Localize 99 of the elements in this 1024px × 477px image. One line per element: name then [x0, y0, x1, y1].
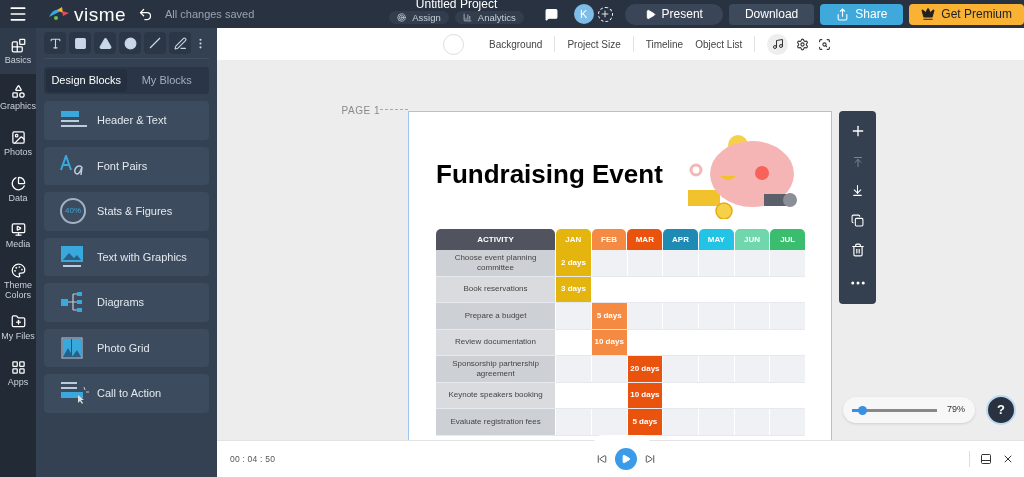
apps-icon	[10, 359, 26, 375]
toolbar-item[interactable]: Object List	[695, 36, 743, 52]
column-header: ACTIVITY	[436, 229, 555, 250]
premium-button[interactable]: Get Premium	[909, 3, 1024, 25]
zoom-slider[interactable]	[852, 408, 937, 412]
graphics-icon	[10, 83, 26, 99]
block-card[interactable]: Photo Grid	[44, 328, 209, 367]
move-up-icon[interactable]	[851, 155, 864, 168]
rail-item[interactable]: Apps	[0, 350, 36, 396]
undo-icon[interactable]	[138, 6, 153, 22]
menu-icon[interactable]	[8, 4, 28, 24]
column-header: JUL	[770, 229, 806, 250]
preview-icon[interactable]	[818, 37, 832, 51]
project-action-button[interactable]: Assign	[389, 10, 449, 24]
activity-cell: Sponsorship partnership agreement	[436, 356, 556, 382]
activity-cell: Choose event planning committee	[436, 250, 556, 276]
block-card[interactable]: Diagrams	[44, 283, 209, 322]
page-label: PAGE 1	[341, 104, 380, 118]
duration-bar: 10 days	[627, 382, 663, 408]
column-header: JAN	[556, 229, 591, 250]
rail-item[interactable]: Photos	[0, 120, 36, 166]
previous-icon[interactable]	[597, 454, 608, 464]
pen-tool-icon[interactable]	[169, 32, 191, 54]
slider-thumb[interactable]	[858, 405, 868, 415]
zoom-reading: 79%	[947, 403, 965, 417]
column-header: APR	[663, 229, 698, 250]
play-button[interactable]	[615, 448, 638, 470]
block-card[interactable]: 40% Stats & Figures	[44, 192, 209, 231]
tab[interactable]: Design Blocks	[46, 69, 127, 92]
block-card[interactable]: Font Pairs	[44, 146, 209, 185]
block-card[interactable]: Call to Action	[44, 374, 209, 413]
move-down-icon[interactable]	[851, 184, 864, 198]
activity-cell: Book reservations	[436, 276, 556, 302]
share-icon	[836, 7, 850, 21]
activity-cell: Keynote speakers booking	[436, 382, 556, 408]
activity-cell: Evaluate registration fees	[436, 409, 556, 435]
toolbar-item[interactable]: Timeline	[645, 36, 684, 52]
playback-time: 00 : 04 : 50	[230, 452, 276, 466]
rail-item[interactable]: Graphics	[0, 74, 36, 120]
column-header: MAY	[698, 229, 734, 250]
files-icon	[10, 313, 26, 329]
present-button[interactable]: Present	[624, 3, 723, 25]
crown-icon	[921, 7, 936, 21]
settings-icon[interactable]	[796, 37, 810, 51]
activity-cell: Prepare a budget	[436, 303, 556, 329]
activity-cell: Review documentation	[436, 329, 556, 355]
logo-icon	[48, 7, 70, 21]
duration-bar: 5 days	[627, 409, 663, 435]
help-button[interactable]: ?	[986, 395, 1016, 425]
text-tool-icon[interactable]	[44, 32, 66, 54]
duration-bar: 2 days	[556, 250, 591, 276]
duration-bar: 5 days	[591, 303, 627, 329]
rail-item[interactable]: Basics	[0, 28, 36, 74]
duration-bar: 20 days	[627, 356, 663, 382]
project-action-button[interactable]: Analytics	[454, 10, 524, 24]
timeline-panel-icon[interactable]	[980, 453, 992, 465]
colors-icon	[10, 262, 26, 278]
diagram-icon	[60, 290, 84, 315]
photos-icon	[10, 129, 26, 145]
call-to-action-icon	[60, 381, 90, 406]
play-icon	[644, 8, 656, 20]
toolbar-item[interactable]: Background	[489, 36, 543, 52]
column-header: FEB	[591, 229, 627, 250]
font-pairs-icon	[60, 154, 86, 177]
column-header: JUN	[734, 229, 770, 250]
column-header: MAR	[627, 229, 663, 250]
triangle-tool-icon[interactable]	[94, 32, 116, 54]
comment-icon[interactable]	[544, 7, 558, 21]
delete-icon[interactable]	[850, 243, 865, 258]
download-button[interactable]: Download	[728, 3, 815, 25]
duration-bar: 10 days	[591, 329, 627, 355]
play-icon	[621, 454, 632, 464]
block-card[interactable]: Text with Graphics	[44, 237, 209, 276]
rail-item[interactable]: My Files	[0, 304, 36, 350]
close-icon[interactable]	[1002, 453, 1014, 465]
block-card[interactable]: Header & Text	[44, 101, 209, 140]
music-icon[interactable]	[767, 33, 789, 55]
line-tool-icon[interactable]	[144, 32, 166, 54]
rail-item[interactable]: Data	[0, 166, 36, 212]
rail-item[interactable]: Theme Colors	[0, 258, 36, 304]
page-title: Fundraising Event	[436, 157, 663, 191]
duration-bar: 3 days	[556, 276, 591, 302]
tab[interactable]: My Blocks	[126, 69, 207, 92]
logo[interactable]: visme	[74, 4, 126, 24]
duplicate-icon[interactable]	[851, 213, 864, 227]
next-icon[interactable]	[645, 454, 656, 464]
chart-icon	[462, 12, 472, 22]
save-status: All changes saved	[165, 6, 255, 22]
media-icon	[10, 221, 26, 237]
circle-tool-icon[interactable]	[119, 32, 141, 54]
rail-item[interactable]: Media	[0, 212, 36, 258]
toolbar-item[interactable]: Project Size	[567, 36, 621, 52]
image-text-icon	[60, 244, 84, 269]
target-icon	[397, 12, 407, 22]
photo-grid-icon	[60, 335, 84, 360]
basics-icon	[10, 37, 26, 53]
rectangle-tool-icon[interactable]	[69, 32, 91, 54]
stats-icon: 40%	[60, 198, 86, 225]
data-icon	[10, 175, 26, 191]
